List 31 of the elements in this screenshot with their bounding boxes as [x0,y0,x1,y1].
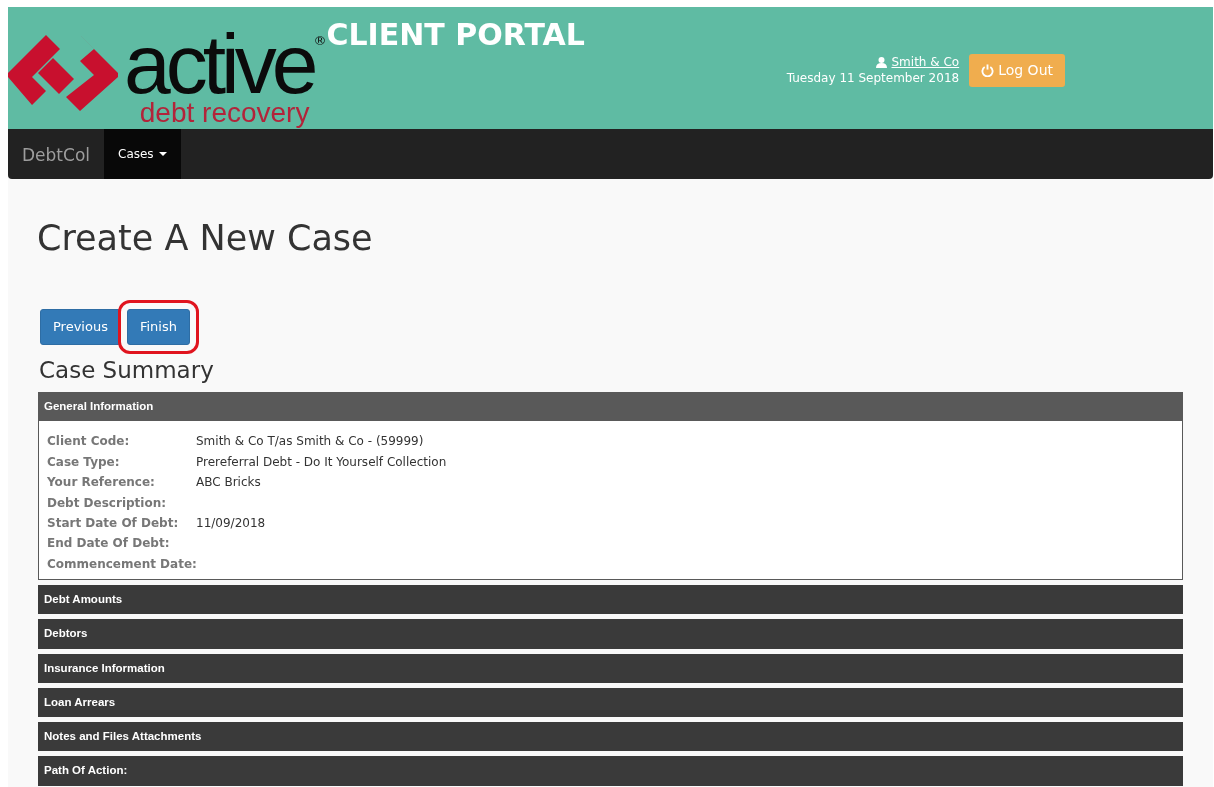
field-label: Start Date Of Debt: [47,514,180,532]
section-heading: Case Summary [39,356,215,385]
section-header[interactable]: General Information [38,392,1183,422]
field-value: ABC Bricks [196,474,261,492]
section-header[interactable]: Debtors [38,619,1183,649]
page-title: Create A New Case [37,217,374,259]
logo-icon [8,35,118,111]
field-value: Prereferral Debt - Do It Yourself Collection [196,453,447,471]
logo-tagline: debt recovery [139,99,310,127]
field-label: Commencement Date: [47,555,196,573]
section-header[interactable]: Loan Arrears [38,687,1183,718]
user-icon [876,56,888,68]
field-label: Client Code: [47,433,131,451]
logo-wordmark: active [124,29,314,99]
field-label: End Date Of Debt: [47,535,171,553]
current-date: Tuesday 11 September 2018 [786,70,960,86]
field-value: 11/09/2018 [196,514,266,532]
section-header[interactable]: Insurance Information [38,653,1183,683]
registered-mark: ® [313,33,327,48]
section-header[interactable]: Path Of Action: [38,756,1183,786]
power-icon [981,64,995,77]
nav-button[interactable]: Previous [40,309,121,345]
section-header[interactable]: Debt Amounts [38,585,1183,615]
portal-title: CLIENT PORTAL [326,17,585,53]
nav-menu-item[interactable]: Cases [104,129,181,179]
section-header[interactable]: Notes and Files Attachments [38,722,1183,752]
field-label: Case Type: [47,453,121,471]
field-label: Your Reference: [47,474,156,492]
field-value: Smith & Co T/as Smith & Co - (59999) [196,433,424,451]
field-label: Debt Description: [47,494,167,512]
navbar-brand[interactable]: DebtCol [8,129,104,179]
